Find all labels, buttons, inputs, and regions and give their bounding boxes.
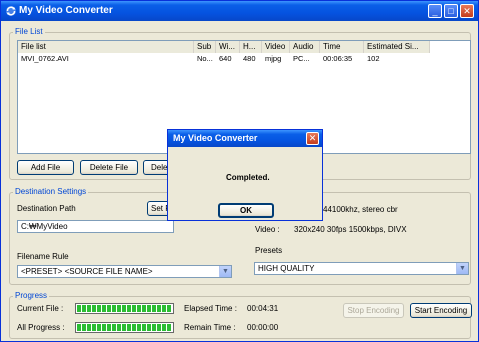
cell-time: 00:06:35 [323, 54, 353, 63]
audio-info-value: 44100khz, stereo cbr [323, 205, 398, 214]
presets-value: HIGH QUALITY [258, 264, 315, 273]
cell-height: 480 [243, 54, 256, 63]
column-header-estimated-size[interactable]: Estimated Si... [364, 41, 430, 53]
maximize-button[interactable]: □ [444, 4, 458, 18]
stop-encoding-button[interactable]: Stop Encoding [343, 303, 404, 318]
presets-select[interactable]: HIGH QUALITY ▼ [254, 262, 469, 275]
destination-path-field[interactable]: C:₩MyVideo [17, 220, 174, 233]
destination-path-label: Destination Path [17, 204, 76, 213]
all-progress-bar [75, 322, 174, 333]
dialog-close-button[interactable]: ✕ [306, 132, 319, 145]
filename-rule-value: <PRESET> <SOURCE FILE NAME> [21, 267, 153, 276]
column-header-width[interactable]: Wi... [216, 41, 240, 53]
minimize-button[interactable]: _ [428, 4, 442, 18]
close-button[interactable]: ✕ [460, 4, 474, 18]
dialog-title-bar[interactable]: My Video Converter ✕ [168, 130, 322, 147]
current-file-label: Current File : [17, 304, 64, 313]
video-info-value: 320x240 30fps 1500kbps, DIVX [294, 225, 407, 234]
window-title: My Video Converter [19, 5, 113, 16]
cell-estimated-size: 102 [367, 54, 380, 63]
ok-button[interactable]: OK [218, 203, 274, 218]
all-progress-fill [77, 324, 172, 331]
cell-file-name: MVI_0762.AVI [21, 54, 69, 63]
current-file-progress-fill [77, 305, 172, 312]
start-encoding-button[interactable]: Start Encoding [410, 303, 472, 318]
add-file-button[interactable]: Add File [17, 160, 74, 175]
cell-width: 640 [219, 54, 232, 63]
cell-sub: No... [197, 54, 213, 63]
destination-settings-group-label: Destination Settings [13, 187, 89, 196]
dialog-message: Completed. [226, 173, 270, 182]
cell-audio: PC... [293, 54, 310, 63]
file-list-group-label: File List [13, 27, 45, 36]
chevron-down-icon[interactable]: ▼ [456, 263, 468, 274]
delete-file-button[interactable]: Delete File [80, 160, 138, 175]
cell-video: mjpg [265, 54, 282, 63]
column-header-audio[interactable]: Audio [290, 41, 320, 53]
current-file-progress-bar [75, 303, 174, 314]
elapsed-time-label: Elapsed Time : [184, 304, 237, 313]
refresh-arrows-icon [6, 6, 16, 16]
chevron-down-icon[interactable]: ▼ [219, 266, 231, 277]
completed-dialog: My Video Converter ✕ Completed. OK [167, 129, 323, 221]
progress-group-label: Progress [13, 291, 50, 300]
main-window: My Video Converter _ □ ✕ File List File … [0, 0, 479, 342]
filename-rule-select[interactable]: <PRESET> <SOURCE FILE NAME> ▼ [17, 265, 232, 278]
title-bar[interactable]: My Video Converter _ □ ✕ [1, 1, 478, 21]
elapsed-time-value: 00:04:31 [247, 304, 279, 313]
all-progress-label: All Progress : [17, 323, 65, 332]
video-info-label: Video : [255, 225, 280, 234]
presets-label: Presets [255, 246, 283, 255]
column-header-video[interactable]: Video [262, 41, 290, 53]
filename-rule-label: Filename Rule [17, 252, 69, 261]
remain-time-value: 00:00:00 [247, 323, 279, 332]
dialog-title: My Video Converter [173, 133, 258, 143]
remain-time-label: Remain Time : [184, 323, 236, 332]
column-header-file-list[interactable]: File list [18, 41, 194, 53]
column-header-sub[interactable]: Sub [194, 41, 216, 53]
column-header-time[interactable]: Time [320, 41, 364, 53]
column-header-height[interactable]: H... [240, 41, 262, 53]
